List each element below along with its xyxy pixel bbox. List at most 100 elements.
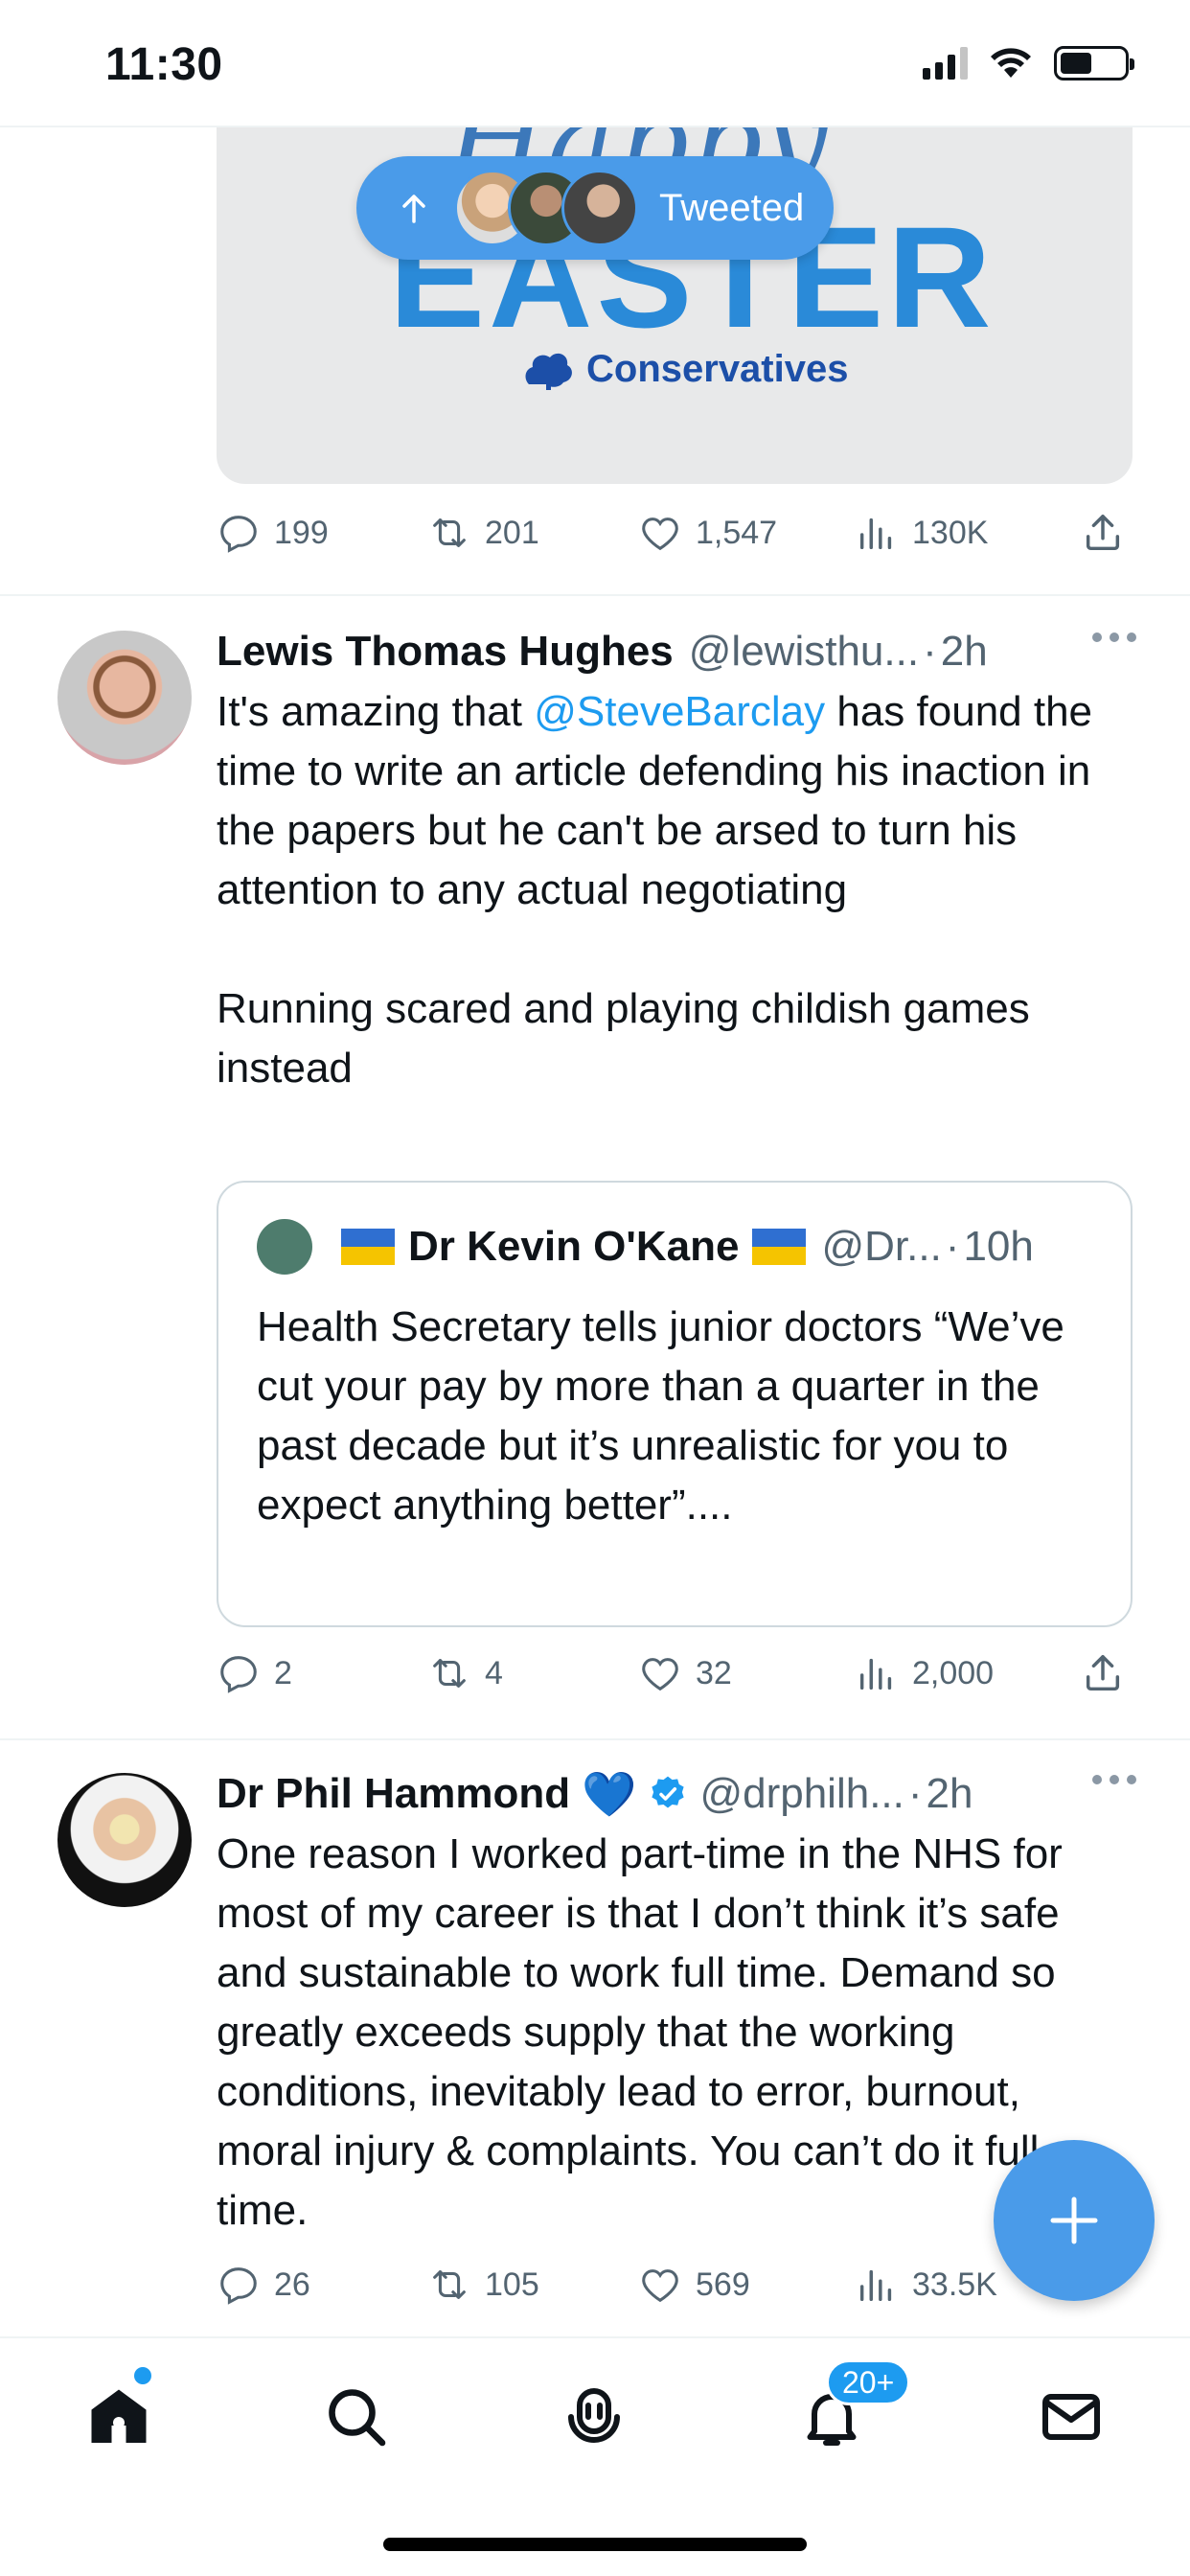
verified-badge-icon	[652, 1776, 685, 1808]
arrow-up-icon	[402, 195, 425, 223]
tweet-divider	[0, 594, 1190, 596]
like-count: 32	[696, 1654, 732, 1691]
like-button[interactable]: 1,547	[638, 511, 777, 555]
compose-tweet-button[interactable]	[994, 2140, 1155, 2301]
brand-name: Conservatives	[586, 347, 849, 390]
avatar	[561, 170, 638, 246]
heart-icon	[642, 1658, 678, 1691]
like-button[interactable]: 32	[638, 1651, 732, 1695]
quote-author-name: Dr Kevin O'Kane	[408, 1223, 740, 1270]
pill-avatars	[454, 170, 638, 246]
home-indicator[interactable]	[383, 2538, 807, 2551]
share-button[interactable]	[1081, 1651, 1125, 1695]
heart-icon	[642, 518, 678, 551]
tweet-time[interactable]: 2h	[927, 1770, 973, 1818]
mention-link[interactable]: @SteveBarclay	[534, 688, 825, 735]
nav-search[interactable]	[316, 2377, 397, 2457]
retweet-count: 105	[485, 2266, 539, 2303]
ukraine-flag-icon	[341, 1229, 395, 1265]
author-handle[interactable]: @lewisthu...	[689, 628, 919, 676]
quote-header: Dr Kevin O'Kane @Dr... · 10h	[257, 1219, 1034, 1275]
notifications-badge: 20+	[826, 2359, 911, 2405]
tweet-time[interactable]: 2h	[941, 628, 988, 676]
tweet-text-part: It's amazing that	[217, 688, 535, 735]
separator-dot: ·	[923, 628, 937, 675]
author-name[interactable]: Lewis Thomas Hughes	[217, 628, 674, 676]
retweet-button[interactable]: 105	[427, 2263, 539, 2307]
author-name[interactable]: Dr Phil Hammond	[217, 1770, 570, 1818]
like-count: 1,547	[696, 514, 778, 551]
status-bar: 11:30	[0, 0, 1190, 126]
like-count: 569	[696, 2266, 750, 2303]
like-button[interactable]: 569	[638, 2263, 750, 2307]
nav-spaces[interactable]	[554, 2377, 634, 2457]
tweet-action-bar: 199 201 1,547 130K	[217, 504, 1136, 562]
nav-messages[interactable]	[1031, 2377, 1111, 2457]
retweet-icon	[433, 1659, 466, 1688]
reply-button[interactable]: 199	[217, 511, 329, 555]
reply-count: 2	[274, 1654, 292, 1691]
views-button[interactable]: 33.5K	[855, 2263, 997, 2307]
status-icons	[923, 46, 1134, 80]
reply-icon	[220, 2267, 257, 2305]
separator-dot: ·	[907, 1770, 923, 1817]
status-time: 11:30	[105, 39, 223, 90]
cellular-signal-icon	[923, 47, 968, 80]
tweet-text: One reason I worked part-time in the NHS…	[217, 1830, 1063, 2234]
views-chart-icon	[859, 1658, 892, 1690]
home-icon	[91, 2389, 147, 2443]
quote-author-handle: @Dr...	[821, 1223, 942, 1270]
retweet-icon	[433, 518, 466, 547]
nav-home[interactable]	[79, 2377, 159, 2457]
tree-logo-icon	[525, 353, 572, 390]
views-chart-icon	[859, 518, 892, 550]
tweet-action-bar: 2 4 32 2,000	[217, 1644, 1136, 1702]
ukraine-flag-icon	[752, 1229, 807, 1265]
views-count: 33.5K	[912, 2266, 997, 2303]
envelope-icon	[1042, 2394, 1100, 2440]
retweet-button[interactable]: 4	[427, 1651, 503, 1695]
tweet-divider	[0, 1738, 1190, 1740]
more-options-icon[interactable]	[1092, 632, 1136, 644]
reply-button[interactable]: 26	[217, 2263, 310, 2307]
reply-icon	[220, 1656, 257, 1693]
share-icon	[1086, 1655, 1120, 1691]
battery-icon	[1054, 46, 1134, 80]
avatar[interactable]	[57, 631, 192, 765]
quote-text: Health Secretary tells junior doctors “W…	[257, 1303, 1077, 1529]
views-count: 130K	[912, 514, 989, 551]
blue-heart-emoji: 💙	[582, 1768, 637, 1819]
share-button[interactable]	[1081, 511, 1125, 555]
conservatives-logo: Conservatives	[521, 346, 848, 392]
retweet-button[interactable]: 201	[427, 511, 539, 555]
tweeted-new-posts-pill[interactable]: Tweeted	[356, 156, 834, 260]
reply-count: 26	[274, 2266, 310, 2303]
views-count: 2,000	[912, 1654, 995, 1691]
views-chart-icon	[859, 2269, 892, 2302]
home-notification-dot	[134, 2367, 151, 2384]
avatar	[257, 1219, 312, 1275]
reply-icon	[220, 516, 257, 553]
tweet-text-part: has found the time to write an article d…	[217, 688, 1093, 1092]
heart-icon	[642, 2269, 678, 2303]
more-options-icon[interactable]	[1092, 1775, 1136, 1786]
author-handle[interactable]: @drphilh...	[699, 1770, 904, 1818]
avatar[interactable]	[57, 1773, 192, 1907]
views-button[interactable]: 2,000	[855, 1651, 994, 1695]
separator-dot: ·	[945, 1223, 960, 1270]
tweet-header: Lewis Thomas Hughes @lewisthu... · 2h	[217, 623, 1136, 680]
tweet-text: It's amazing that @SteveBarclay has foun…	[217, 682, 1136, 1098]
quote-time: 10h	[963, 1223, 1034, 1270]
retweet-count: 4	[485, 1654, 503, 1691]
reply-button[interactable]: 2	[217, 1651, 292, 1695]
plus-icon	[1050, 2196, 1098, 2244]
search-icon	[329, 2389, 386, 2447]
spaces-microphone-icon	[568, 2388, 620, 2443]
tweet-header: Dr Phil Hammond 💙 @drphilh... · 2h	[217, 1765, 1136, 1823]
views-button[interactable]: 130K	[855, 511, 988, 555]
quoted-tweet[interactable]: Dr Kevin O'Kane @Dr... · 10h Health Secr…	[217, 1181, 1133, 1627]
tweet-action-bar: 26 105 569 33.5K	[217, 2256, 1136, 2313]
retweet-icon	[433, 2270, 466, 2299]
wifi-icon	[991, 48, 1031, 78]
tweeted-label: Tweeted	[659, 186, 805, 229]
